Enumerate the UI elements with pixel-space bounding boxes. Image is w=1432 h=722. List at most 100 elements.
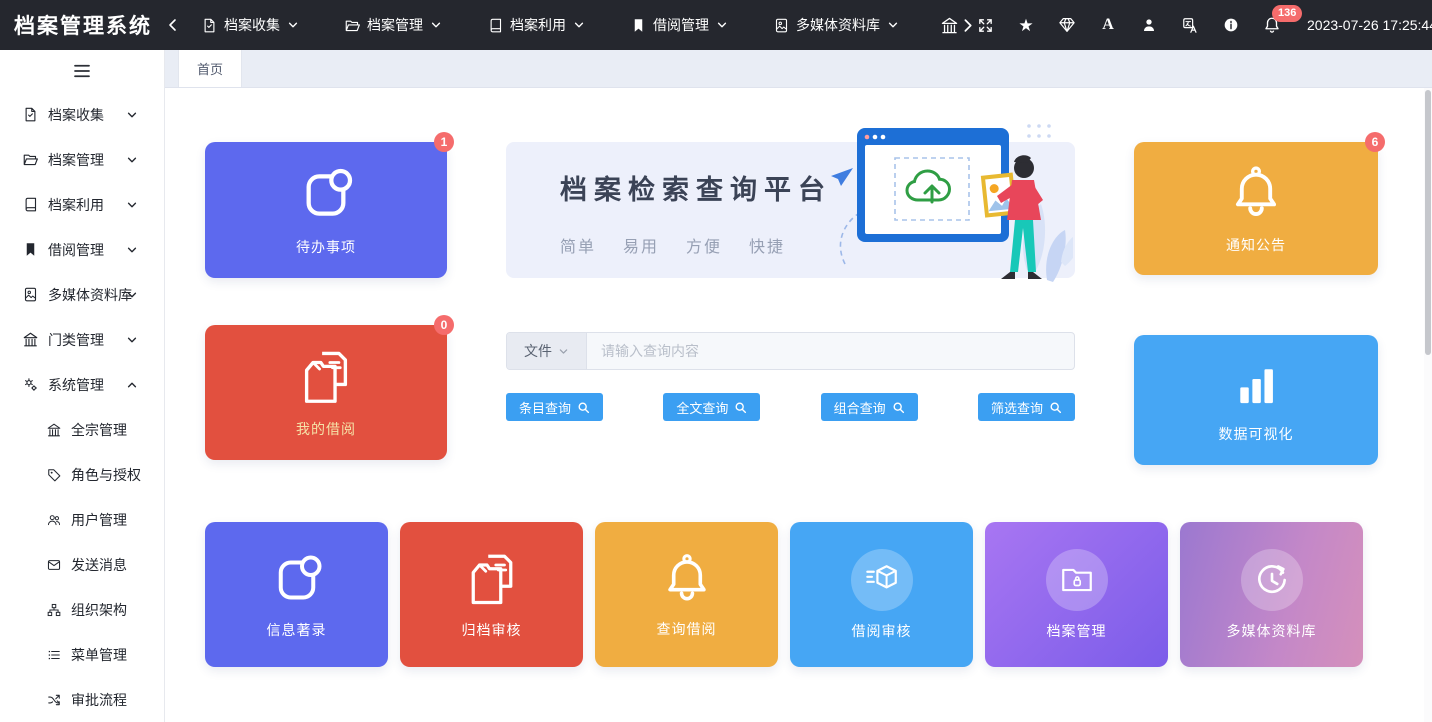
chevron-down-icon xyxy=(716,19,728,31)
notice-badge: 6 xyxy=(1365,132,1385,152)
button-label: 筛选查询 xyxy=(991,398,1043,417)
main-area: 首页 1 待办事项 档案检索查询平台 简单 易用 方便 快捷 xyxy=(165,50,1432,722)
data-visualization-card[interactable]: 数据可视化 xyxy=(1134,335,1378,465)
nav-back-chevron[interactable] xyxy=(166,18,180,32)
dashboard-row-2: 0 我的借阅 文件 条目查询 xyxy=(205,325,1432,465)
shortcut-archive-review[interactable]: 归档审核 xyxy=(400,522,583,667)
shortcut-media-library[interactable]: 多媒体资料库 xyxy=(1180,522,1363,667)
dashboard-content: 1 待办事项 档案检索查询平台 简单 易用 方便 快捷 xyxy=(165,88,1432,722)
search-category-select[interactable]: 文件 xyxy=(507,333,587,369)
card-label: 信息著录 xyxy=(267,620,327,640)
shortcut-borrow-review[interactable]: 借阅审核 xyxy=(790,522,973,667)
card-label: 归档审核 xyxy=(462,620,522,640)
search-icon xyxy=(892,401,905,414)
notice-card[interactable]: 6 通知公告 xyxy=(1134,142,1378,275)
sidebar-item-label: 全宗管理 xyxy=(71,420,127,440)
sidebar-item-label: 档案收集 xyxy=(48,105,104,125)
nav-menu-label: 借阅管理 xyxy=(653,15,709,35)
bank-icon xyxy=(47,423,61,437)
sidebar-item-media-library[interactable]: 多媒体资料库 xyxy=(0,272,164,317)
banner-word: 方便 xyxy=(686,233,722,257)
nav-menu-borrow-manage[interactable]: 借阅管理 xyxy=(631,15,728,35)
borrow-badge: 0 xyxy=(434,315,454,335)
card-label: 多媒体资料库 xyxy=(1227,621,1317,641)
sidebar-item-user-manage[interactable]: 用户管理 xyxy=(0,497,164,542)
entry-query-button[interactable]: 条目查询 xyxy=(506,393,603,421)
card-label: 通知公告 xyxy=(1226,235,1286,255)
sidebar-item-send-message[interactable]: 发送消息 xyxy=(0,542,164,587)
sidebar-item-roles-auth[interactable]: 角色与授权 xyxy=(0,452,164,497)
chevron-down-icon xyxy=(126,289,138,301)
sidebar-item-fonds-manage[interactable]: 全宗管理 xyxy=(0,407,164,452)
sidebar-item-archive-collect[interactable]: 档案收集 xyxy=(0,92,164,137)
sidebar-item-archive-manage[interactable]: 档案管理 xyxy=(0,137,164,182)
card-label: 数据可视化 xyxy=(1219,424,1294,444)
sidebar-item-org-structure[interactable]: 组织架构 xyxy=(0,587,164,632)
card-label: 待办事项 xyxy=(296,237,356,257)
sidebar-item-archive-use[interactable]: 档案利用 xyxy=(0,182,164,227)
sidebar-item-approval-flow[interactable]: 审批流程 xyxy=(0,677,164,722)
scrollbar-thumb[interactable] xyxy=(1425,90,1431,355)
sidebar-item-category-manage[interactable]: 门类管理 xyxy=(0,317,164,362)
favorite-star-icon[interactable]: ★ xyxy=(1016,15,1036,35)
sidebar-collapse-button[interactable] xyxy=(0,50,164,92)
bell-icon xyxy=(1225,163,1287,225)
fulltext-query-button[interactable]: 全文查询 xyxy=(663,393,760,421)
info-icon[interactable] xyxy=(1221,15,1241,35)
datetime: 2023-07-26 17:25:44 xyxy=(1307,17,1432,33)
file-icon xyxy=(202,18,217,33)
chevron-right-icon[interactable] xyxy=(960,18,975,33)
sidebar-item-label: 用户管理 xyxy=(71,510,127,530)
chevron-up-icon xyxy=(126,379,138,391)
language-icon[interactable] xyxy=(1180,15,1200,35)
search-platform-banner: 档案检索查询平台 简单 易用 方便 快捷 xyxy=(506,142,1075,278)
nav-menu-label: 档案收集 xyxy=(224,15,280,35)
search-column: 文件 条目查询 全文查询 xyxy=(506,325,1075,465)
app-title: 档案管理系统 xyxy=(0,10,166,40)
bookmark-icon xyxy=(23,242,38,257)
book-icon xyxy=(23,197,38,212)
chevron-left-icon xyxy=(166,18,180,32)
filter-query-button[interactable]: 筛选查询 xyxy=(978,393,1075,421)
folder-lock-icon xyxy=(1055,558,1099,602)
sidebar-item-borrow-manage[interactable]: 借阅管理 xyxy=(0,227,164,272)
user-icon[interactable] xyxy=(1139,15,1159,35)
font-size-icon[interactable]: A xyxy=(1098,15,1118,35)
shortcut-info-entry[interactable]: 信息著录 xyxy=(205,522,388,667)
sidebar-item-system-manage[interactable]: 系统管理 xyxy=(0,362,164,407)
theme-diamond-icon[interactable] xyxy=(1057,15,1077,35)
todo-card[interactable]: 1 待办事项 xyxy=(205,142,447,278)
nav-menu-archive-collect[interactable]: 档案收集 xyxy=(202,15,299,35)
sidebar-item-label: 审批流程 xyxy=(71,690,127,710)
fullscreen-icon[interactable] xyxy=(975,15,995,35)
nav-menu-label: 档案管理 xyxy=(367,15,423,35)
search-icon xyxy=(577,401,590,414)
nav-tools: ★ A 136 2023-07-26 17:25:44 你好 杨标 xyxy=(975,15,1432,35)
folder-document-icon xyxy=(462,550,522,610)
shortcut-archive-manage[interactable]: 档案管理 xyxy=(985,522,1168,667)
icon-circle xyxy=(1046,549,1108,611)
search-input[interactable] xyxy=(587,333,1074,369)
nav-menu-media-library[interactable]: 多媒体资料库 xyxy=(774,15,899,35)
bell-icon xyxy=(658,551,716,609)
nav-menu-archive-manage[interactable]: 档案管理 xyxy=(345,15,442,35)
banner-word: 简单 xyxy=(560,233,596,257)
sidebar-item-menu-manage[interactable]: 菜单管理 xyxy=(0,632,164,677)
banner-subtitle: 简单 易用 方便 快捷 xyxy=(560,233,1075,257)
chevron-down-icon xyxy=(430,19,442,31)
nav-menu-label: 档案利用 xyxy=(510,15,566,35)
folder-open-icon xyxy=(345,18,360,33)
chevron-down-icon xyxy=(126,109,138,121)
nav-menu-archive-use[interactable]: 档案利用 xyxy=(488,15,585,35)
tab-home[interactable]: 首页 xyxy=(178,49,242,87)
sidebar-item-label: 组织架构 xyxy=(71,600,127,620)
sidebar-item-label: 门类管理 xyxy=(48,330,104,350)
bank-icon xyxy=(941,17,958,34)
my-borrow-card[interactable]: 0 我的借阅 xyxy=(205,325,447,460)
combo-query-button[interactable]: 组合查询 xyxy=(821,393,918,421)
notification-bell-icon[interactable]: 136 xyxy=(1262,15,1282,35)
shortcut-query-borrow[interactable]: 查询借阅 xyxy=(595,522,778,667)
envelope-icon xyxy=(47,558,61,572)
sidebar-item-label: 借阅管理 xyxy=(48,240,104,260)
chevron-down-icon xyxy=(126,199,138,211)
